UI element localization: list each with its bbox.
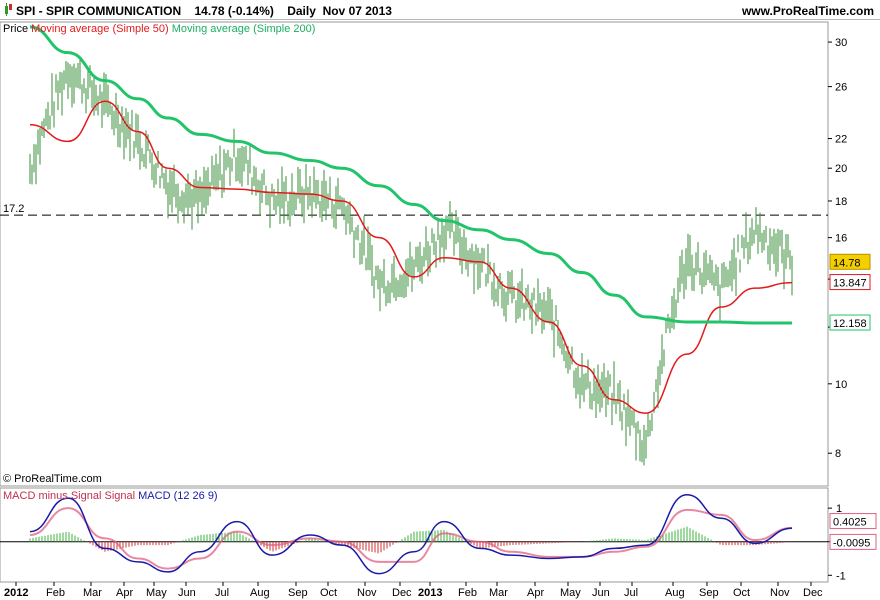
x-tick-label: Nov xyxy=(357,587,377,599)
x-tick-label: Mar xyxy=(83,587,102,599)
x-tick-label: Mar xyxy=(489,587,508,599)
x-tick-label: Apr xyxy=(116,587,133,599)
x-tick-label: Jul xyxy=(624,587,638,599)
x-tick-label: 2013 xyxy=(418,587,442,599)
x-tick-label: May xyxy=(146,587,167,599)
x-tick-label: Sep xyxy=(699,587,719,599)
x-tick-label: Jul xyxy=(215,587,229,599)
x-tick-label: Dec xyxy=(803,587,823,599)
x-tick-label: Aug xyxy=(665,587,685,599)
x-tick-label: Oct xyxy=(733,587,750,599)
watermark: © ProRealTime.com xyxy=(3,473,102,485)
macd-legend: MACD minus Signal Signal MACD (12 26 9) xyxy=(3,490,218,502)
reference-line-label: 17.2 xyxy=(3,203,24,215)
macd-badge-label: 0.4025 xyxy=(833,517,867,529)
ma50-badge-label: 13.847 xyxy=(833,278,867,290)
price-y-tick-label: 8 xyxy=(835,448,841,460)
x-tick-label: Dec xyxy=(392,587,412,599)
hist-badge-label: -0.0095 xyxy=(833,537,870,549)
price-y-tick-label: 16 xyxy=(835,233,847,245)
price-legend: Price Moving average (Simple 50) Moving … xyxy=(3,23,315,35)
macd-y-tick-label: -1 xyxy=(836,570,846,582)
x-tick-label: Jun xyxy=(178,587,196,599)
x-tick-label: Apr xyxy=(527,587,544,599)
last-price-badge-label: 14.78 xyxy=(833,257,861,269)
x-tick-label: Feb xyxy=(46,587,65,599)
x-tick-label: Feb xyxy=(458,587,477,599)
x-tick-label: Jun xyxy=(592,587,610,599)
x-tick-label: May xyxy=(560,587,581,599)
price-y-tick-label: 26 xyxy=(835,82,847,94)
x-tick-label: Nov xyxy=(770,587,790,599)
price-y-tick-label: 22 xyxy=(835,134,847,146)
x-tick-label: Aug xyxy=(250,587,270,599)
x-tick-label: 2012 xyxy=(4,587,28,599)
x-tick-label: Sep xyxy=(288,587,308,599)
price-y-tick-label: 30 xyxy=(835,37,847,49)
price-chart[interactable]: 8 10 16 18 20 22 26 30 17.2 14.78 13.847 12.158 Pric… xyxy=(0,0,880,600)
ma200-badge-label: 12.158 xyxy=(833,318,867,330)
x-tick-label: Oct xyxy=(320,587,337,599)
price-y-tick-label: 18 xyxy=(835,196,847,208)
price-y-tick-label: 20 xyxy=(835,163,847,175)
price-y-tick-label: 10 xyxy=(835,379,847,391)
